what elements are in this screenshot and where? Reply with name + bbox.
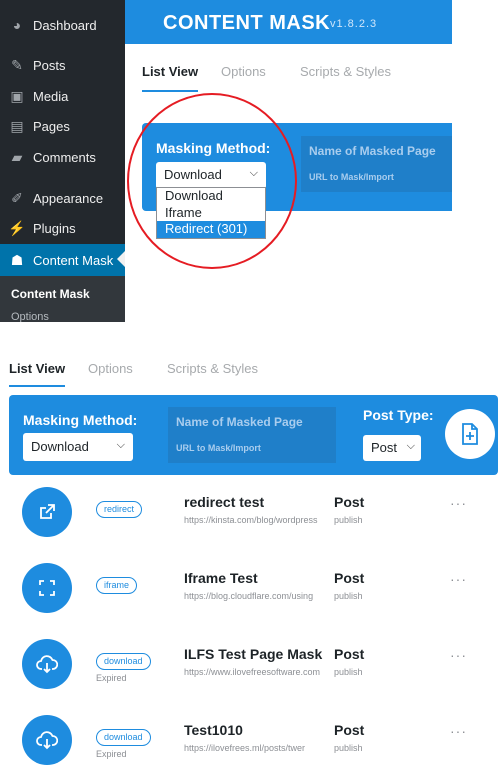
- top-screenshot: ◕ Dashboard ✎ Posts ▣ Media ▤ Pages ▰ Co…: [0, 0, 452, 322]
- menu-item-pages[interactable]: ▤ Pages: [0, 111, 125, 141]
- media-icon: ▣: [10, 87, 24, 104]
- post-type: Post: [334, 722, 365, 738]
- post-type: Post: [334, 494, 365, 510]
- brush-icon: ✐: [11, 189, 23, 206]
- tab-options[interactable]: Options: [88, 361, 133, 376]
- masked-page-name-input[interactable]: Name of Masked Page URL to Mask/Import: [301, 136, 452, 192]
- menu-item-content-mask[interactable]: ☗ Content Mask: [0, 244, 125, 276]
- url-placeholder: URL to Mask/Import: [176, 443, 261, 453]
- tab-list-view[interactable]: List View: [142, 64, 198, 79]
- menu-label: Pages: [33, 118, 70, 134]
- mask-title[interactable]: redirect test: [184, 494, 264, 510]
- mask-url: https://kinsta.com/blog/wordpress: [184, 515, 318, 525]
- mask-url: https://www.ilovefreesoftware.com: [184, 667, 321, 677]
- menu-label: Media: [33, 88, 69, 104]
- masking-method-select[interactable]: Download ⌵: [23, 433, 133, 461]
- post-type-label: Post Type:: [363, 407, 434, 423]
- method-badge: iframe: [96, 577, 138, 594]
- pin-icon: ✎: [11, 56, 23, 73]
- plugin-header: CONTENT MASK v1.8.2.3: [125, 0, 452, 44]
- cloud-download-icon[interactable]: [22, 715, 72, 765]
- active-tab-underline: [9, 385, 65, 387]
- active-tab-underline: [142, 90, 198, 92]
- menu-label: Dashboard: [33, 17, 97, 33]
- masked-page-name-input[interactable]: Name of Masked Page URL to Mask/Import: [168, 407, 336, 463]
- more-icon[interactable]: ···: [450, 495, 467, 511]
- menu-label: Appearance: [33, 190, 104, 206]
- file-plus-icon: [462, 423, 478, 445]
- menu-item-dashboard[interactable]: ◕ Dashboard: [0, 10, 125, 40]
- list-item[interactable]: iframe Iframe Test https://blog.cloudfla…: [0, 551, 498, 627]
- chevron-down-icon: ⌵: [116, 439, 125, 451]
- menu-label: Plugins: [33, 220, 76, 236]
- plugin-title: CONTENT MASK: [163, 12, 331, 34]
- masking-method-label: Masking Method:: [23, 412, 138, 428]
- comment-icon: ▰: [11, 148, 23, 165]
- post-status: publish: [334, 667, 363, 677]
- post-type: Post: [334, 646, 365, 662]
- post-type-select[interactable]: Post ⌵: [363, 435, 421, 461]
- menu-item-posts[interactable]: ✎ Posts: [0, 50, 125, 80]
- external-link-icon[interactable]: [22, 487, 72, 537]
- plug-icon: ⚡: [8, 219, 26, 236]
- more-icon[interactable]: ···: [450, 647, 467, 663]
- menu-item-appearance[interactable]: ✐ Appearance: [0, 183, 125, 213]
- menu-label: Content Mask: [33, 252, 114, 268]
- post-type: Post: [334, 570, 365, 586]
- method-badge: download: [96, 729, 151, 746]
- submenu-item-content-mask[interactable]: Content Mask: [11, 287, 90, 301]
- expired-label: Expired: [96, 673, 127, 683]
- url-placeholder: URL to Mask/Import: [309, 172, 394, 182]
- tab-scripts-styles[interactable]: Scripts & Styles: [167, 361, 258, 376]
- list-item[interactable]: download Expired ILFS Test Page Mask htt…: [0, 627, 498, 703]
- select-value: Post: [371, 440, 398, 455]
- mask-title[interactable]: Test1010: [184, 722, 243, 738]
- dashboard-icon: ◕: [12, 17, 22, 33]
- submenu-item-options[interactable]: Options: [11, 311, 49, 322]
- method-badge: download: [96, 653, 151, 670]
- add-mask-button[interactable]: [445, 409, 495, 459]
- menu-item-media[interactable]: ▣ Media: [0, 81, 125, 111]
- expand-icon[interactable]: [22, 563, 72, 613]
- select-value: Download: [31, 439, 89, 454]
- content-mask-submenu: Content Mask Options: [0, 276, 125, 322]
- tab-options[interactable]: Options: [221, 64, 266, 79]
- expired-label: Expired: [96, 749, 127, 759]
- menu-item-comments[interactable]: ▰ Comments: [0, 142, 125, 172]
- new-mask-form: Masking Method: Download ⌵ Name of Maske…: [9, 395, 498, 475]
- tab-list-view[interactable]: List View: [9, 361, 65, 376]
- name-placeholder: Name of Masked Page: [176, 415, 303, 429]
- post-status: publish: [334, 515, 363, 525]
- tab-scripts-styles[interactable]: Scripts & Styles: [300, 64, 391, 79]
- more-icon[interactable]: ···: [450, 723, 467, 739]
- list-item[interactable]: download Expired Test1010 https://ilovef…: [0, 703, 498, 779]
- cloud-download-icon[interactable]: [22, 639, 72, 689]
- method-badge: redirect: [96, 501, 143, 518]
- mask-title[interactable]: ILFS Test Page Mask: [184, 646, 322, 662]
- name-placeholder: Name of Masked Page: [309, 144, 436, 158]
- post-status: publish: [334, 591, 363, 601]
- menu-label: Comments: [33, 149, 96, 165]
- wp-admin-sidebar: ◕ Dashboard ✎ Posts ▣ Media ▤ Pages ▰ Co…: [0, 0, 125, 322]
- menu-label: Posts: [33, 57, 66, 73]
- plugin-version: v1.8.2.3: [330, 18, 378, 30]
- menu-item-plugins[interactable]: ⚡ Plugins: [0, 213, 125, 243]
- annotation-circle: [127, 93, 297, 269]
- mask-url: https://ilovefrees.ml/posts/twer: [184, 743, 306, 753]
- more-icon[interactable]: ···: [450, 571, 467, 587]
- mask-title[interactable]: Iframe Test: [184, 570, 258, 586]
- chevron-down-icon: ⌵: [406, 440, 415, 452]
- post-status: publish: [334, 743, 363, 753]
- list-item[interactable]: redirect redirect test https://kinsta.co…: [0, 475, 498, 551]
- mask-icon: ☗: [10, 251, 24, 268]
- bottom-screenshot: List View Options Scripts & Styles Maski…: [0, 349, 498, 770]
- pages-icon: ▤: [10, 117, 24, 134]
- mask-url: https://blog.cloudflare.com/using: [184, 591, 314, 601]
